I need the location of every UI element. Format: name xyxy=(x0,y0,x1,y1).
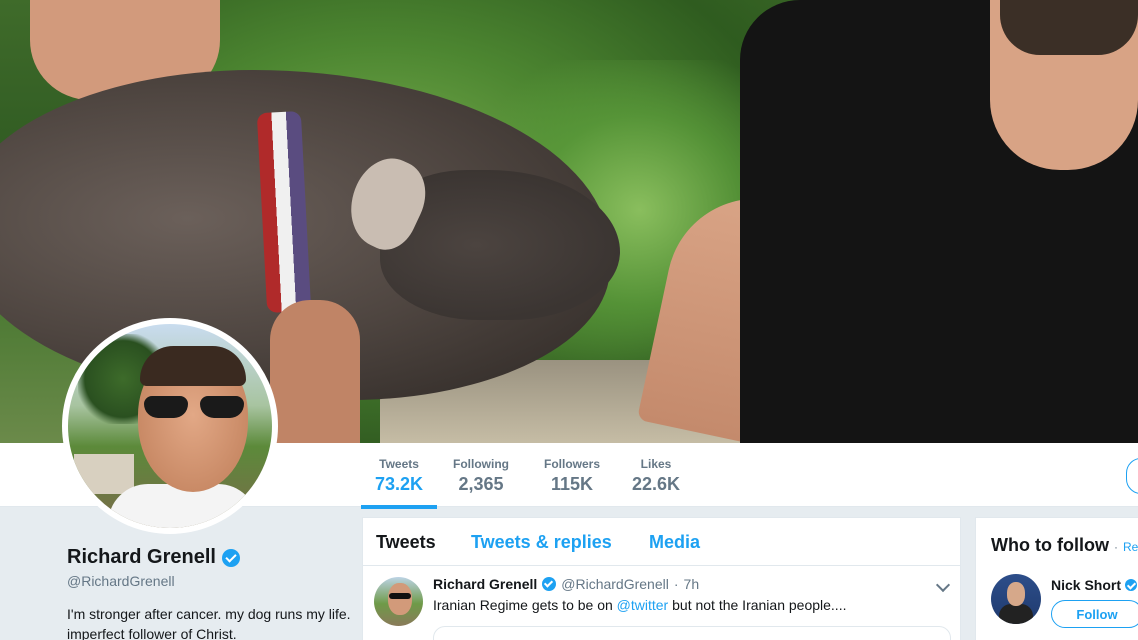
who-to-follow-panel: Who to follow · Re Nick Short Follow xyxy=(975,517,1138,640)
stat-tweets[interactable]: Tweets 73.2K xyxy=(360,457,438,509)
profile-handle[interactable]: @RichardGrenell xyxy=(67,573,175,589)
avatar-sunglasses xyxy=(144,396,244,418)
tweet-text-end: but not the Iranian people.... xyxy=(668,597,847,613)
avatar-hair xyxy=(140,346,246,386)
tweet-author-handle[interactable]: @RichardGrenell xyxy=(561,576,669,592)
stat-followers[interactable]: Followers 115K xyxy=(544,457,600,495)
profile-name[interactable]: Richard Grenell xyxy=(67,546,240,569)
tab-tweets-replies[interactable]: Tweets & replies xyxy=(471,532,612,553)
tweet-header: Richard Grenell @RichardGrenell · 7h xyxy=(433,576,699,592)
stat-label: Followers xyxy=(544,457,601,471)
tweet-timestamp[interactable]: 7h xyxy=(684,576,700,592)
suggestion-avatar[interactable] xyxy=(991,574,1041,624)
tweet-media-card[interactable] xyxy=(433,626,951,640)
tweets-timeline: Tweets Tweets & replies Media Richard Gr… xyxy=(362,517,961,640)
suggestion-avatar-suit xyxy=(999,604,1033,624)
stat-value: 2,365 xyxy=(458,474,504,494)
verified-icon xyxy=(221,548,240,567)
tweet-avatar-face xyxy=(388,583,412,615)
tweet-mention-link[interactable]: @twitter xyxy=(617,597,669,613)
tweet-avatar-sunglasses xyxy=(389,593,411,599)
chevron-down-icon[interactable] xyxy=(935,577,951,593)
tweet-separator: · xyxy=(673,576,679,592)
verified-icon xyxy=(1125,579,1138,591)
tweet-item[interactable]: Richard Grenell @RichardGrenell · 7h Ira… xyxy=(363,566,960,640)
tweet-text-start: Iranian Regime gets to be on xyxy=(433,597,617,613)
suggestion-name[interactable]: Nick Short xyxy=(1051,577,1138,593)
suggestion-avatar-face xyxy=(1007,582,1025,606)
tab-media[interactable]: Media xyxy=(649,532,700,553)
tweet-avatar[interactable] xyxy=(374,577,423,626)
profile-avatar[interactable] xyxy=(62,318,278,534)
stat-value: 115K xyxy=(550,474,594,494)
twitter-profile-page: Tweets 73.2K Following 2,365 Followers 1… xyxy=(0,0,1138,640)
profile-bio: I'm stronger after cancer. my dog runs m… xyxy=(67,606,351,640)
avatar-chair xyxy=(74,454,134,494)
tweet-author-name[interactable]: Richard Grenell xyxy=(433,576,537,592)
verified-icon xyxy=(542,577,557,591)
who-to-follow-refresh-link[interactable]: Re xyxy=(1123,540,1138,554)
stat-value: 73.2K xyxy=(375,474,424,494)
stat-label: Tweets xyxy=(379,457,419,471)
follow-button[interactable]: Follow xyxy=(1051,600,1138,628)
suggestion-name-text: Nick Short xyxy=(1051,577,1122,593)
avatar-photo xyxy=(68,324,272,528)
tweet-text: Iranian Regime gets to be on @twitter bu… xyxy=(433,597,846,613)
stat-value: 22.6K xyxy=(632,474,681,494)
tab-tweets[interactable]: Tweets xyxy=(376,532,436,553)
timeline-tabs: Tweets Tweets & replies Media xyxy=(363,518,960,566)
header-leg xyxy=(270,300,360,443)
stat-following[interactable]: Following 2,365 xyxy=(453,457,509,495)
stat-likes[interactable]: Likes 22.6K xyxy=(632,457,680,495)
stat-label: Likes xyxy=(640,457,672,471)
profile-name-text: Richard Grenell xyxy=(67,546,216,568)
who-to-follow-title: Who to follow · Re xyxy=(991,535,1138,556)
who-to-follow-heading: Who to follow xyxy=(991,535,1109,555)
who-to-follow-separator: · xyxy=(1113,540,1118,554)
header-man-hair xyxy=(1000,0,1138,55)
stat-label: Following xyxy=(453,457,509,471)
